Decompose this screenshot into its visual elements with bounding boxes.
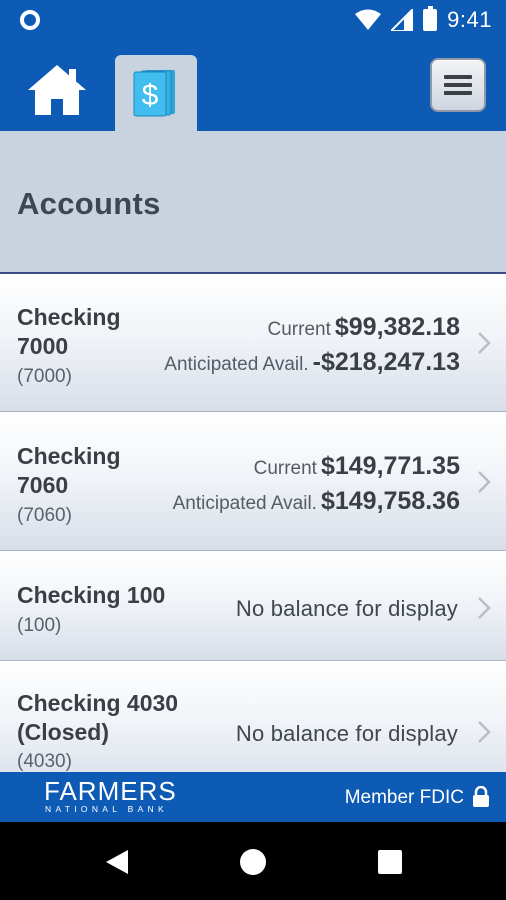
home-circle-icon[interactable] bbox=[240, 849, 266, 875]
account-name-line: 7000 bbox=[17, 333, 69, 359]
current-label: Current bbox=[267, 319, 331, 340]
bank-logo[interactable]: FARMERS NATIONAL BANK bbox=[44, 778, 177, 814]
current-value: $99,382.18 bbox=[334, 313, 460, 341]
account-number: (7000) bbox=[17, 366, 72, 387]
account-number: (4030) bbox=[17, 751, 72, 772]
lock-icon bbox=[473, 786, 489, 807]
footer-bar: FARMERS NATIONAL BANK Member FDIC bbox=[0, 772, 506, 822]
status-indicators: 9:41 bbox=[355, 6, 492, 34]
anticipated-balance: Anticipated Avail. $149,758.36 bbox=[173, 487, 460, 516]
account-number: (7060) bbox=[17, 505, 72, 526]
current-label: Current bbox=[253, 458, 317, 479]
app-header: $ bbox=[0, 40, 506, 131]
status-bar: 9:41 bbox=[0, 0, 506, 40]
account-row[interactable]: Checking 4030 (Closed) (4030) No balance… bbox=[0, 662, 506, 772]
home-icon bbox=[28, 65, 86, 115]
account-list: Checking 7000 (7000) Current $99,382.18 … bbox=[0, 274, 506, 772]
no-balance-text: No balance for display bbox=[235, 596, 458, 621]
cell-signal-icon bbox=[391, 9, 414, 31]
chevron-right-icon bbox=[478, 721, 491, 743]
account-name-line: Checking 4030 bbox=[17, 690, 179, 716]
battery-icon bbox=[423, 6, 438, 31]
anticipated-label: Anticipated Avail. bbox=[172, 493, 317, 514]
home-button[interactable] bbox=[24, 60, 90, 120]
no-balance-text: No balance for display bbox=[235, 721, 458, 746]
status-time: 9:41 bbox=[447, 7, 492, 32]
account-name-line: Checking bbox=[17, 304, 121, 330]
account-name-line: 7060 bbox=[17, 472, 69, 498]
menu-button[interactable] bbox=[430, 58, 486, 112]
title-band: Accounts bbox=[0, 131, 506, 274]
account-name: Checking 7000 bbox=[17, 303, 121, 361]
hamburger-menu-icon bbox=[444, 75, 472, 95]
page-title: Accounts bbox=[17, 186, 161, 221]
account-name-line: (Closed) bbox=[17, 719, 109, 745]
account-row[interactable]: Checking 100 (100) No balance for displa… bbox=[0, 552, 506, 661]
account-name: Checking 4030 (Closed) bbox=[17, 689, 178, 747]
member-fdic-text: Member FDIC bbox=[344, 787, 464, 808]
account-name: Checking 100 bbox=[17, 582, 166, 608]
notification-circle-icon bbox=[20, 10, 40, 30]
logo-main-text: FARMERS bbox=[44, 776, 177, 806]
chevron-right-icon bbox=[478, 597, 491, 619]
anticipated-balance: Anticipated Avail. -$218,247.13 bbox=[164, 348, 460, 377]
logo-sub-text: NATIONAL BANK bbox=[45, 804, 168, 814]
current-value: $149,771.35 bbox=[320, 452, 460, 480]
dollar-cards-icon: $ bbox=[133, 70, 175, 117]
anticipated-value: $149,758.36 bbox=[320, 487, 460, 515]
tab-accounts[interactable]: $ bbox=[115, 55, 197, 131]
svg-text:$: $ bbox=[142, 79, 159, 112]
current-balance: Current $149,771.35 bbox=[254, 452, 460, 481]
account-name: Checking 7060 bbox=[17, 442, 121, 500]
chevron-right-icon bbox=[478, 471, 491, 493]
account-row[interactable]: Checking 7000 (7000) Current $99,382.18 … bbox=[0, 274, 506, 412]
account-number: (100) bbox=[17, 615, 62, 636]
account-name-line: Checking bbox=[17, 443, 121, 469]
system-nav-bar bbox=[0, 822, 506, 900]
wifi-icon bbox=[355, 9, 382, 30]
recent-apps-icon[interactable] bbox=[378, 850, 402, 874]
back-icon[interactable] bbox=[104, 849, 130, 875]
current-balance: Current $99,382.18 bbox=[268, 313, 460, 342]
anticipated-label: Anticipated Avail. bbox=[164, 354, 309, 375]
account-row[interactable]: Checking 7060 (7060) Current $149,771.35… bbox=[0, 413, 506, 551]
chevron-right-icon bbox=[478, 332, 491, 354]
anticipated-value: -$218,247.13 bbox=[312, 348, 460, 376]
